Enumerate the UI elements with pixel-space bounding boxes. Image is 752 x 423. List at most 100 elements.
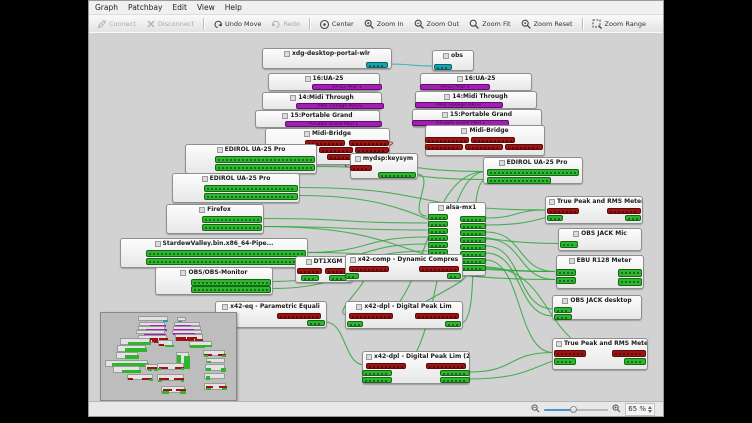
graph-node-dpl1[interactable]: x42-dpl - Digital Peak Lim (345, 301, 463, 329)
center-button[interactable]: Center (315, 17, 358, 32)
port-in-0[interactable] (487, 169, 579, 176)
port-out-8[interactable] (460, 216, 486, 222)
menu-edit[interactable]: Edit (172, 3, 187, 12)
menu-view[interactable]: View (197, 3, 215, 12)
port-in-1[interactable] (612, 350, 646, 357)
undo-move-button[interactable]: Undo Move (209, 17, 265, 31)
port-out-0[interactable] (146, 250, 306, 257)
zoom-reset-button[interactable]: Zoom Reset (517, 17, 577, 32)
port-out-0[interactable]: Midi Through Port-0 (296, 103, 384, 109)
port-in-1[interactable] (556, 277, 576, 284)
port-out-2[interactable] (554, 358, 576, 365)
port-in-0[interactable] (425, 137, 469, 143)
zoom-slider-thumb[interactable] (570, 406, 577, 413)
port-out-2[interactable] (307, 320, 325, 326)
port-out-2[interactable] (618, 269, 642, 277)
port-out-14[interactable] (460, 258, 486, 264)
port-in-0[interactable] (349, 313, 393, 319)
port-out-1[interactable] (191, 286, 271, 293)
zoom-fit-button[interactable]: Zoom Fit (465, 17, 514, 32)
graph-node-dpl2[interactable]: x42-dpl - Digital Peak Lim (2) (362, 351, 470, 384)
graph-node-comp[interactable]: x42-comp - Dynamic Compres (345, 254, 463, 281)
port-out-3[interactable] (618, 278, 642, 286)
port-in-1[interactable] (487, 177, 551, 184)
port-out-3[interactable] (447, 273, 461, 279)
port-out-5[interactable] (440, 377, 470, 383)
graph-node-ed2[interactable]: EDIROL UA-25 Pro (172, 173, 300, 203)
port-out-15[interactable] (460, 265, 486, 271)
port-in-0[interactable] (297, 268, 322, 274)
port-out-9[interactable] (460, 223, 486, 229)
port-in-0[interactable]: UA-25 MIDI 1 (420, 84, 490, 90)
port-out-3[interactable] (319, 147, 353, 153)
port-out-12[interactable] (460, 244, 486, 250)
port-out-3[interactable] (362, 377, 392, 383)
port-in-3[interactable] (428, 235, 448, 241)
port-out-0[interactable] (202, 216, 262, 223)
graph-node-obstop[interactable]: obs (432, 50, 474, 71)
port-out-0[interactable] (204, 185, 298, 192)
port-out-2[interactable] (301, 275, 319, 281)
port-in-2[interactable] (428, 228, 448, 234)
menu-patchbay[interactable]: Patchbay (128, 3, 162, 12)
port-out-1[interactable] (202, 224, 262, 231)
graph-node-mthruL[interactable]: 14:Midi ThroughMidi Through Port-0 (262, 92, 382, 110)
port-out-2[interactable] (547, 215, 563, 221)
graph-node-ua25L[interactable]: 16:UA-25UA-25 MIDI 1 (268, 73, 380, 91)
port-out-2[interactable] (347, 321, 363, 327)
port-out-1[interactable] (215, 164, 315, 171)
port-out-1[interactable] (378, 172, 416, 178)
graph-node-xdg[interactable]: xdg-desktop-portal-wlr (262, 48, 392, 69)
graph-node-pgrandL[interactable]: 15:Portable GrandPortable Grand MIDI 1 (255, 110, 380, 128)
graph-node-obsdesk[interactable]: OBS JACK desktop (552, 295, 642, 320)
port-out-4[interactable] (440, 370, 470, 376)
port-out-1[interactable] (349, 140, 389, 146)
graph-node-obsmic[interactable]: OBS JACK Mic (558, 228, 642, 251)
zoom-range-button[interactable]: Zoom Range (588, 17, 650, 32)
port-in-1[interactable] (428, 221, 448, 227)
graph-node-mydsp[interactable]: mydsp:keysym (350, 153, 418, 179)
port-out-2[interactable] (362, 370, 392, 376)
port-in-0[interactable] (547, 208, 579, 214)
port-out-2[interactable] (345, 273, 359, 279)
port-in-0[interactable] (556, 269, 576, 276)
zoom-out-small-icon[interactable] (531, 404, 540, 415)
menu-graph[interactable]: Graph (95, 3, 118, 12)
port-out-3[interactable] (624, 358, 646, 365)
port-in-0[interactable] (428, 214, 448, 220)
graph-node-mthruR[interactable]: 14:Midi ThroughMidi Through Port-0 (415, 91, 537, 109)
port-out-10[interactable] (460, 230, 486, 236)
graph-node-ed1[interactable]: EDIROL UA-25 Pro (185, 144, 317, 174)
zoom-in-small-icon[interactable] (612, 404, 621, 415)
port-out-3[interactable] (445, 321, 461, 327)
port-in-0[interactable] (349, 266, 389, 272)
port-in-1[interactable] (607, 208, 641, 214)
zoom-in-button[interactable]: Zoom In (360, 17, 408, 32)
zoom-percentage[interactable]: 65 % (625, 403, 655, 416)
port-out-0[interactable]: Portable Grand MIDI 1 (285, 121, 382, 127)
port-in-2[interactable] (425, 144, 463, 150)
port-in-0[interactable] (554, 307, 572, 313)
port-in-1[interactable] (415, 313, 459, 319)
port-in-0[interactable] (560, 241, 578, 248)
port-out-1[interactable] (146, 258, 306, 265)
menu-help[interactable]: Help (225, 3, 242, 12)
port-out-3[interactable] (625, 215, 641, 221)
port-in-0[interactable] (434, 64, 452, 70)
port-in-0[interactable]: Midi Through Port-0 (415, 102, 503, 108)
zoom-slider[interactable] (544, 405, 608, 414)
graph-node-meter1[interactable]: True Peak and RMS Meter LM (545, 196, 643, 224)
graph-node-ebu[interactable]: EBU R128 Meter (556, 255, 644, 289)
graph-node-ffx[interactable]: Firefox (166, 204, 264, 234)
port-out-11[interactable] (460, 237, 486, 243)
port-out-0[interactable] (215, 156, 315, 163)
port-in-1[interactable] (426, 363, 466, 369)
port-out-1[interactable] (204, 193, 298, 200)
graph-node-mbR[interactable]: Midi-Bridge (425, 125, 545, 156)
port-in-1[interactable] (277, 313, 321, 319)
port-out-0[interactable]: UA-25 MIDI 1 (312, 84, 382, 90)
graph-node-sdv[interactable]: StardewValley.bin.x86_64-Pipe... (120, 238, 308, 268)
port-out-0[interactable] (366, 62, 388, 68)
port-out-0[interactable] (191, 279, 271, 286)
port-in-1[interactable] (419, 266, 459, 272)
